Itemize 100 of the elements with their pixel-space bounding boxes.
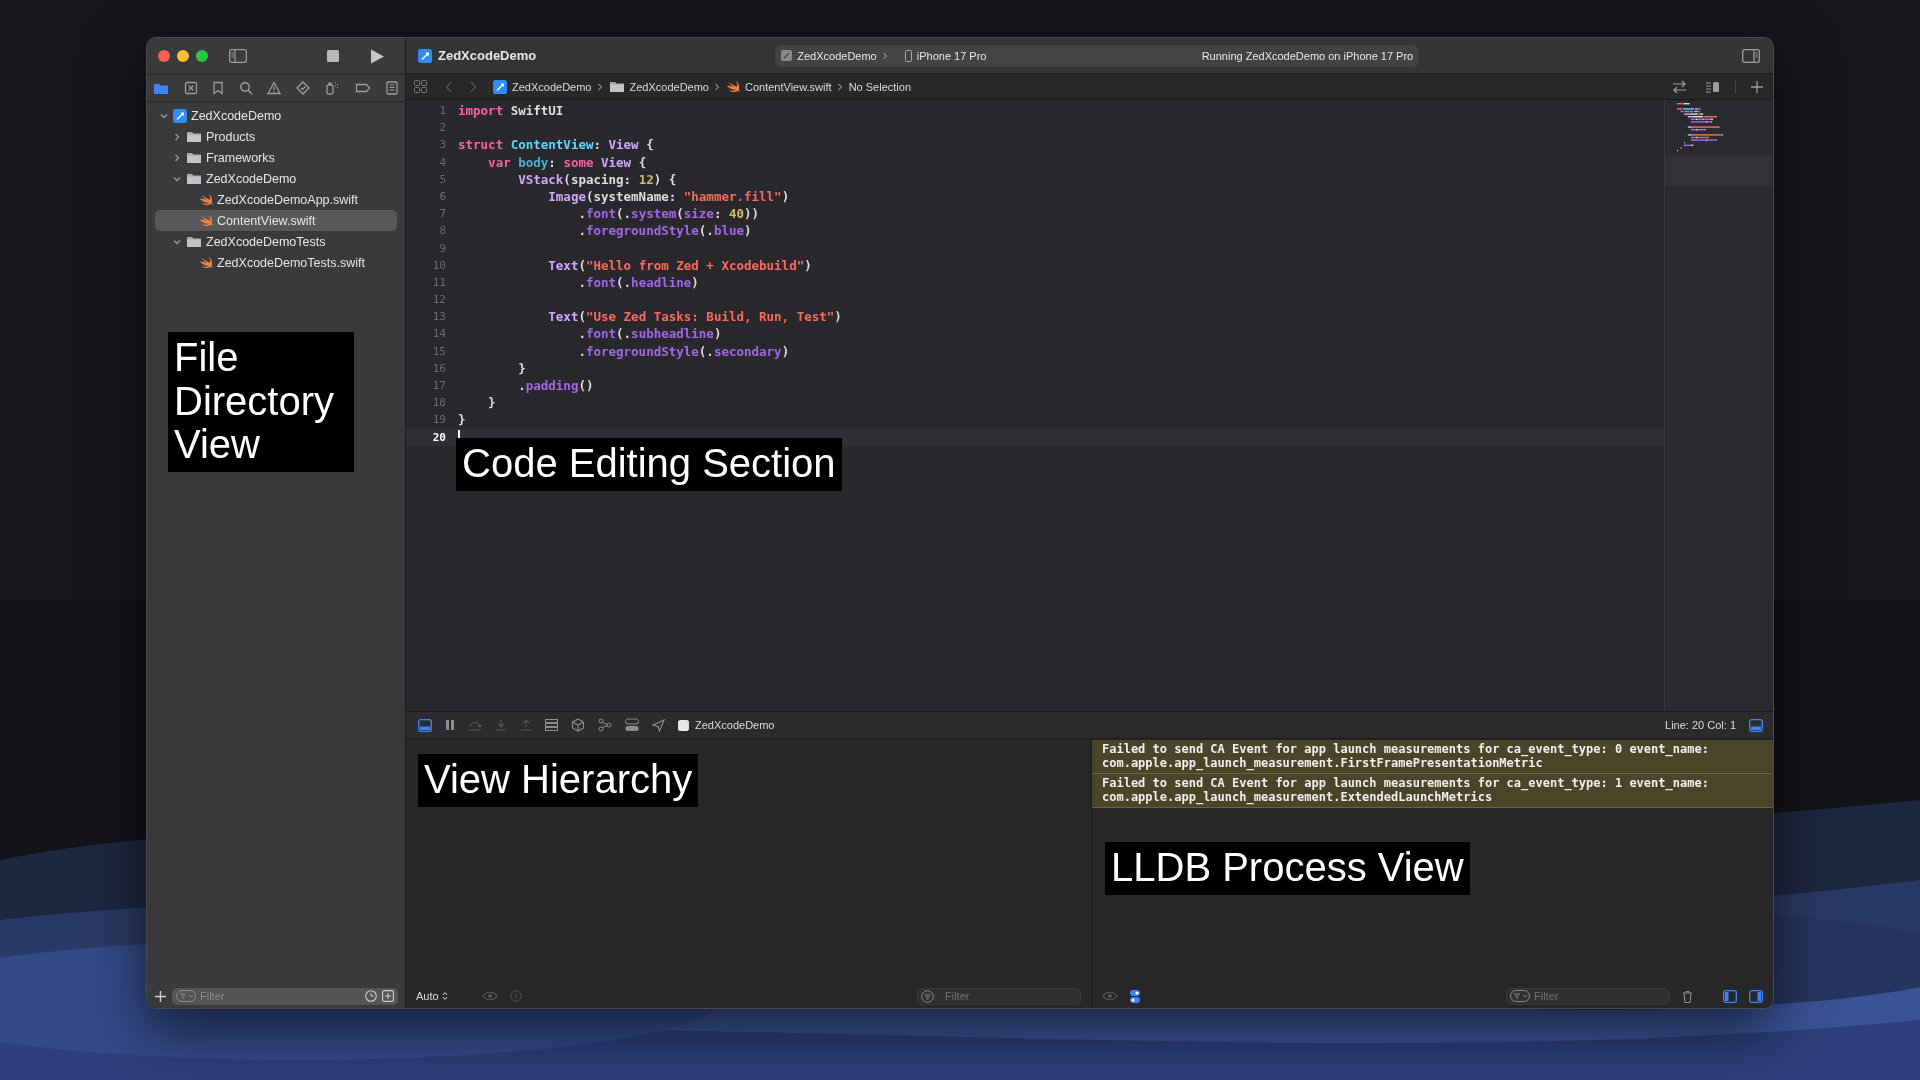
console-output-toggle-icon[interactable] xyxy=(1130,989,1140,1003)
breadcrumb-item[interactable]: ZedXcodeDemo xyxy=(608,80,709,93)
annotation-label: Code Editing Section xyxy=(462,442,836,486)
code-line: .font(.system(size: 40)) xyxy=(577,205,760,223)
breadcrumb-item[interactable]: No Selection xyxy=(848,80,911,93)
line-number: 19 xyxy=(431,412,447,429)
console-pane-toggle-icon[interactable] xyxy=(1749,989,1763,1003)
activity-status: Running ZedXcodeDemo on iPhone 17 Pro xyxy=(1201,49,1414,62)
console-message: Failed to send CA Event for app launch measurements for ca_event_type: 0 event_name: com.apple.app_launch_measurement.FirstFramePresentationMetric xyxy=(1092,740,1773,774)
line-number: 3 xyxy=(438,137,447,154)
x-box-icon[interactable] xyxy=(183,81,198,95)
line-number: 20 xyxy=(431,429,447,446)
chevron-icon[interactable] xyxy=(172,152,182,163)
folder-icon xyxy=(186,151,202,164)
filter-icon[interactable] xyxy=(176,989,196,1002)
file-tree-item[interactable]: Products xyxy=(155,126,397,147)
file-tree-item[interactable]: ZedXcodeDemoTests xyxy=(155,231,397,252)
clock-icon[interactable] xyxy=(365,989,377,1002)
code-line: } xyxy=(517,359,526,377)
cursor-position: Line: 20 Col: 1 xyxy=(1665,719,1736,731)
run-icon[interactable] xyxy=(370,48,384,64)
code-line: .padding() xyxy=(517,377,594,395)
filter-field[interactable]: Filter xyxy=(172,987,398,1005)
swap-arrows-icon[interactable] xyxy=(1672,79,1687,94)
search-icon[interactable] xyxy=(238,81,253,95)
file-tree-item[interactable]: ZedXcodeDemoApp.swift xyxy=(155,189,397,210)
plus-box-icon[interactable] xyxy=(382,989,394,1002)
filter-icon[interactable] xyxy=(1510,989,1530,1002)
spray-can-icon[interactable] xyxy=(324,81,340,95)
project-icon xyxy=(493,79,507,94)
line-number: 7 xyxy=(438,206,447,223)
tag-icon[interactable] xyxy=(354,81,371,95)
document-icon[interactable] xyxy=(385,81,399,95)
line-number: 10 xyxy=(431,257,447,274)
cube-icon[interactable] xyxy=(571,718,585,732)
annotation-label: File Directory View xyxy=(174,336,336,467)
code-line: } xyxy=(487,394,496,412)
line-number: 15 xyxy=(431,343,447,360)
warning-icon[interactable] xyxy=(267,81,281,95)
breadcrumb-item[interactable]: ContentView.swift xyxy=(726,80,832,93)
zoom-button[interactable] xyxy=(196,50,208,62)
process-selector[interactable]: ZedXcodeDemo xyxy=(678,719,775,731)
chevron-right-icon xyxy=(881,50,889,61)
filter-field[interactable]: Filter xyxy=(917,987,1081,1005)
file-tree-item[interactable]: ZedXcodeDemo xyxy=(155,105,397,126)
chevron-right-icon xyxy=(596,81,604,92)
add-icon[interactable] xyxy=(1751,80,1763,93)
phone-icon xyxy=(904,49,912,62)
app-icon xyxy=(678,719,689,731)
filter-icon[interactable] xyxy=(921,989,934,1003)
line-number: 4 xyxy=(438,154,447,171)
pause-icon[interactable] xyxy=(445,719,455,731)
list-icon[interactable] xyxy=(545,719,558,731)
code-line: .font(.subheadline) xyxy=(577,325,722,343)
code-line: .foregroundStyle(.secondary) xyxy=(577,342,790,360)
add-icon[interactable] xyxy=(155,990,166,1002)
minimap-toggle-icon[interactable] xyxy=(1705,80,1720,93)
location-arrow-icon[interactable] xyxy=(652,718,665,732)
run-destination[interactable]: iPhone 17 Pro xyxy=(916,49,987,62)
scope-popup[interactable]: Auto xyxy=(416,990,448,1002)
breadcrumb-item[interactable]: ZedXcodeDemo xyxy=(493,79,592,94)
line-number: 1 xyxy=(438,103,447,119)
diamond-icon[interactable] xyxy=(295,81,310,95)
code-line: struct ContentView: View { xyxy=(458,136,654,154)
line-number: 11 xyxy=(431,274,447,291)
close-button[interactable] xyxy=(158,50,170,62)
switches-icon[interactable] xyxy=(625,718,639,732)
chevron-right-icon xyxy=(836,81,844,92)
window-title: ZedXcodeDemo xyxy=(438,48,537,63)
folder-icon xyxy=(186,130,202,143)
annotation-label: View Hierarchy xyxy=(424,758,693,802)
bookmark-icon[interactable] xyxy=(212,81,224,95)
sidebar-toggle-icon[interactable] xyxy=(229,49,247,63)
debug-area-toggle-icon[interactable] xyxy=(1749,718,1763,732)
file-tree-item[interactable]: ZedXcodeDemo xyxy=(155,168,397,189)
variables-pane-toggle-icon[interactable] xyxy=(1723,989,1737,1003)
grid-icon[interactable] xyxy=(414,80,427,93)
line-number: 13 xyxy=(431,309,447,326)
app-icon xyxy=(418,48,432,63)
code-line: Text("Hello from Zed + Xcodebuild") xyxy=(547,256,812,274)
trash-icon[interactable] xyxy=(1682,989,1693,1003)
inspector-toggle-icon[interactable] xyxy=(1742,48,1760,63)
filter-field[interactable]: Filter xyxy=(1506,987,1670,1005)
code-line: import SwiftUI xyxy=(458,102,564,120)
file-tree-item[interactable]: ContentView.swift xyxy=(155,210,397,231)
branch-icon[interactable] xyxy=(598,718,612,732)
debug-area-toggle-icon[interactable] xyxy=(418,718,432,732)
code-line: Text("Use Zed Tasks: Build, Run, Test") xyxy=(547,308,842,326)
code-line: .font(.headline) xyxy=(577,273,699,292)
chevron-icon[interactable] xyxy=(172,131,182,142)
line-number: 5 xyxy=(438,171,447,188)
chevron-right-icon xyxy=(714,81,721,92)
line-number: 6 xyxy=(438,188,447,205)
scheme-target[interactable]: ZedXcodeDemo xyxy=(797,49,877,62)
code-line: var body: some View { xyxy=(487,153,647,171)
file-tree-item[interactable]: Frameworks xyxy=(155,147,397,168)
folder-icon[interactable] xyxy=(153,81,169,95)
minimize-button[interactable] xyxy=(177,50,189,62)
line-number: 12 xyxy=(431,292,447,309)
file-tree-item[interactable]: ZedXcodeDemoTests.swift xyxy=(155,252,397,273)
